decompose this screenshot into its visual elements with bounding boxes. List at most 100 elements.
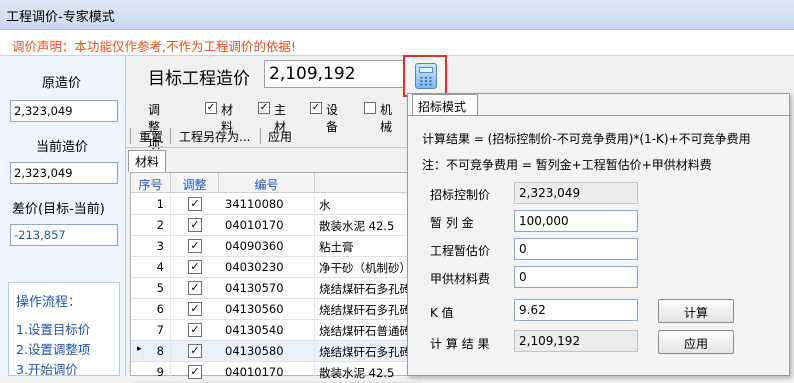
target-price-label: 目标工程造价 bbox=[148, 69, 250, 89]
provisional-estimate-label: 工程暂估价 bbox=[430, 244, 491, 258]
row-code: 04130570 bbox=[219, 278, 315, 299]
table-row[interactable]: 5 ✓ 04130570 烧结煤矸石多孔砖 bbox=[131, 278, 421, 299]
tender-control-price-field: 2,323,049 bbox=[514, 182, 638, 204]
flow-step-1[interactable]: 1.设置目标价 bbox=[16, 319, 90, 338]
disclaimer-text: 调价声明：本功能仅作参考,不作为工程调价的依据! bbox=[12, 39, 296, 54]
table-row[interactable]: 3 ✓ 04090360 粘土膏 bbox=[131, 236, 421, 257]
flow-step-3[interactable]: 3.开始调价 bbox=[16, 359, 78, 378]
flow-panel: 操作流程： 1.设置目标价 2.设置调整项 3.开始调价 bbox=[8, 282, 120, 378]
row-code: 04130540 bbox=[219, 320, 315, 341]
calculator-icon bbox=[415, 63, 437, 89]
row-code: 04130560 bbox=[219, 299, 315, 320]
row-adjust-checkbox[interactable]: ✓ bbox=[188, 323, 202, 337]
toolbar: 重置 工程另存为... 应用 bbox=[126, 124, 416, 148]
provisional-estimate-input[interactable]: 0 bbox=[514, 238, 638, 260]
table-row[interactable]: 4 ✓ 04030230 净干砂（机制砂） bbox=[131, 257, 421, 278]
diff-price-value: -213,857 bbox=[10, 224, 118, 246]
toolbar-divider bbox=[260, 128, 261, 144]
calc-result-field: 2,109,192 bbox=[514, 330, 638, 352]
table-row[interactable]: 7 ✓ 04130540 烧结煤矸石普通砖 bbox=[131, 320, 421, 341]
row-code: 04010170 bbox=[219, 215, 315, 236]
row-number: 4 bbox=[131, 257, 171, 278]
disclaimer-bar: 调价声明：本功能仅作参考,不作为工程调价的依据! bbox=[0, 30, 794, 56]
table-row[interactable]: 1 ✓ 34110080 水 bbox=[131, 194, 421, 215]
tab-materials[interactable]: 材料 bbox=[128, 150, 166, 172]
row-adjust-checkbox[interactable]: ✓ bbox=[188, 260, 202, 274]
tender-mode-panel: 招标模式 计算结果 = (招标控制价-不可竞争费用)*(1-K)+不可竞争费用 … bbox=[407, 93, 791, 376]
row-adjust-checkbox[interactable]: ✓ bbox=[188, 365, 202, 379]
left-panel: 原造价 2,323,049 当前造价 2,323,049 差价(目标-当前) -… bbox=[0, 56, 126, 378]
table-row[interactable]: 2 ✓ 04010170 散装水泥 42.5 bbox=[131, 215, 421, 236]
window-title: 工程调价-专家模式 bbox=[6, 10, 115, 25]
calculate-button[interactable]: 计算 bbox=[658, 299, 734, 323]
apply-button[interactable]: 应用 bbox=[658, 330, 734, 354]
tender-control-price-label: 招标控制价 bbox=[430, 188, 491, 202]
table-row[interactable]: 6 ✓ 04130560 烧结煤矸石多孔砖 bbox=[131, 299, 421, 320]
row-number: 3 bbox=[131, 236, 171, 257]
row-number: 7 bbox=[131, 320, 171, 341]
target-price-input[interactable]: 2,109,192 bbox=[264, 60, 404, 88]
row-code: 04030230 bbox=[219, 257, 315, 278]
row-adjust-checkbox[interactable]: ✓ bbox=[188, 239, 202, 253]
row-adjust-checkbox[interactable]: ✓ bbox=[188, 302, 202, 316]
checkbox-equipment[interactable]: ✓ bbox=[310, 102, 322, 114]
column-header-adjust[interactable]: 调整 bbox=[171, 173, 219, 193]
toolbar-divider bbox=[170, 128, 171, 144]
row-adjust-checkbox[interactable]: ✓ bbox=[188, 197, 202, 211]
column-header-code[interactable]: 编号 bbox=[219, 173, 315, 193]
checkbox-main-materials[interactable]: ✓ bbox=[258, 102, 270, 114]
table-row-current[interactable]: ▸ 8 ✓ 04130580 烧结煤矸石多孔砖 bbox=[131, 341, 421, 362]
save-as-button[interactable]: 工程另存为... bbox=[179, 128, 250, 145]
tab-tender-mode[interactable]: 招标模式 bbox=[412, 94, 478, 116]
apply-toolbar-button[interactable]: 应用 bbox=[268, 128, 292, 145]
row-number: 5 bbox=[131, 278, 171, 299]
tab-strip: 材料 bbox=[126, 148, 416, 172]
row-number: 9 bbox=[131, 362, 171, 383]
row-name: 烧结煤矸石普通砖 bbox=[319, 320, 421, 341]
row-adjust-checkbox[interactable]: ✓ bbox=[188, 218, 202, 232]
k-value-input[interactable]: 9.62 bbox=[514, 299, 638, 321]
k-value-label: K 值 bbox=[430, 306, 454, 320]
row-name: 净干砂（机制砂） bbox=[319, 257, 421, 278]
provisional-sum-input[interactable]: 100,000 bbox=[514, 210, 638, 232]
owner-supplied-material-label: 甲供材料费 bbox=[430, 272, 491, 286]
row-code: 04010170 bbox=[219, 362, 315, 383]
flow-title: 操作流程： bbox=[16, 295, 82, 310]
row-name: 散装水泥 42.5 bbox=[319, 362, 421, 383]
current-row-arrow-icon: ▸ bbox=[131, 341, 143, 362]
row-name: 烧结煤矸石多孔砖 bbox=[319, 341, 421, 362]
toolbar-grip bbox=[130, 128, 131, 144]
flow-step-2[interactable]: 2.设置调整项 bbox=[16, 339, 90, 358]
row-number: 6 bbox=[131, 299, 171, 320]
row-code: 34110080 bbox=[219, 194, 315, 215]
original-price-label: 原造价 bbox=[42, 76, 82, 91]
row-number: 1 bbox=[131, 194, 171, 215]
tab-divider bbox=[408, 115, 791, 116]
reset-button[interactable]: 重置 bbox=[139, 128, 163, 145]
current-price-label: 当前造价 bbox=[36, 140, 89, 155]
formula-text: 计算结果 = (招标控制价-不可竞争费用)*(1-K)+不可竞争费用 bbox=[422, 132, 751, 146]
row-code: 04130580 bbox=[219, 341, 315, 362]
note-text: 注：不可竞争费用 = 暂列金+工程暂估价+甲供材料费 bbox=[422, 158, 712, 172]
calculator-button[interactable] bbox=[403, 55, 447, 97]
row-number: 8 bbox=[143, 341, 171, 362]
owner-supplied-material-input[interactable]: 0 bbox=[514, 266, 638, 288]
diff-price-label: 差价(目标-当前) bbox=[12, 202, 105, 217]
row-code: 04090360 bbox=[219, 236, 315, 257]
materials-table: 序号 调整 编号 1 ✓ 34110080 水 2 ✓ 04010170 散装水… bbox=[130, 172, 421, 383]
original-price-value: 2,323,049 bbox=[10, 100, 118, 122]
table-row[interactable]: 9 ✓ 04010170 散装水泥 42.5 bbox=[131, 362, 421, 383]
calc-result-label: 计 算 结 果 bbox=[430, 337, 490, 351]
row-name: 烧结煤矸石多孔砖 bbox=[319, 299, 421, 320]
column-header-no[interactable]: 序号 bbox=[131, 173, 171, 193]
provisional-sum-label: 暂 列 金 bbox=[430, 216, 474, 230]
column-header-name[interactable] bbox=[315, 173, 421, 193]
row-name: 粘土膏 bbox=[319, 236, 421, 257]
checkbox-materials[interactable]: ✓ bbox=[205, 102, 217, 114]
row-adjust-checkbox[interactable]: ✓ bbox=[188, 344, 202, 358]
current-price-value: 2,323,049 bbox=[10, 162, 118, 184]
row-name: 烧结煤矸石多孔砖 bbox=[319, 278, 421, 299]
row-adjust-checkbox[interactable]: ✓ bbox=[188, 281, 202, 295]
checkbox-machinery[interactable] bbox=[364, 102, 376, 114]
row-name: 水 bbox=[319, 194, 421, 215]
